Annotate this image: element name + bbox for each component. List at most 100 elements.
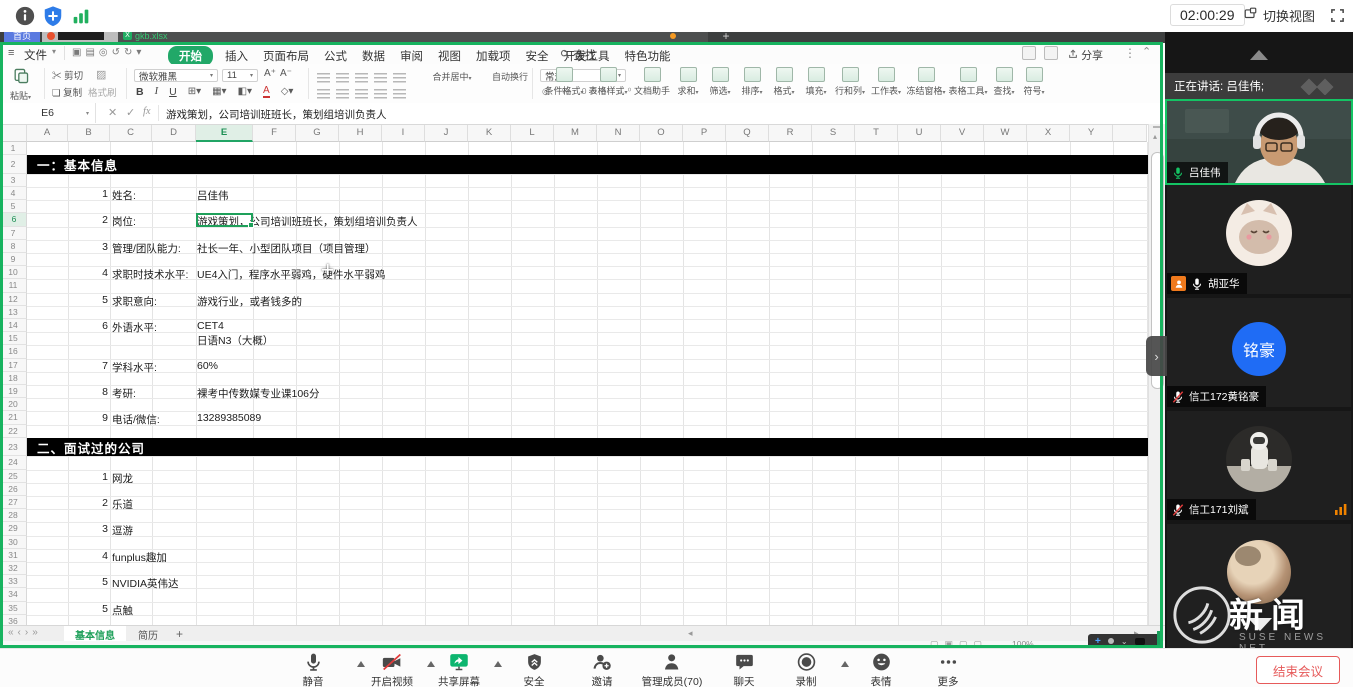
- font-name-select[interactable]: 微软雅黑▾: [134, 69, 218, 82]
- hamburger-icon[interactable]: ≡: [8, 47, 14, 59]
- row-header-9[interactable]: 9: [0, 253, 27, 266]
- col-header-S[interactable]: S: [812, 124, 855, 142]
- fill-color-button[interactable]: ▦▾: [212, 86, 226, 97]
- annotate-misc-icon[interactable]: ⌄: [1121, 637, 1128, 646]
- sheet-row-27[interactable]: 2乐道: [0, 497, 1148, 510]
- paste-button[interactable]: 粘贴▾: [10, 68, 31, 102]
- shrink-font-button[interactable]: A⁻: [280, 68, 292, 79]
- merge-center-button[interactable]: 合并居中▾: [428, 68, 476, 83]
- sheet-row-31[interactable]: 4funplus趣加: [0, 550, 1148, 563]
- ribbon-表格样式[interactable]: 表格样式▾: [584, 67, 632, 97]
- annotate-crosshair-icon[interactable]: +: [1095, 636, 1101, 647]
- sheet-row-25[interactable]: 1网龙: [0, 471, 1148, 484]
- row-header-26[interactable]: 26: [0, 483, 27, 496]
- col-header-C[interactable]: C: [110, 124, 152, 142]
- col-header-F[interactable]: F: [253, 124, 296, 142]
- sheet-row-4[interactable]: 1姓名:吕佳伟: [0, 188, 1148, 201]
- row-header-34[interactable]: 34: [0, 588, 27, 601]
- toolbar-invite-button[interactable]: 邀请: [591, 652, 613, 687]
- menu-file[interactable]: 文件: [24, 47, 47, 63]
- name-box-caret-icon[interactable]: ▾: [86, 110, 89, 117]
- end-meeting-button[interactable]: 结束会议: [1256, 656, 1340, 684]
- dropdown-caret-icon[interactable]: [427, 661, 435, 667]
- dropdown-caret-icon[interactable]: [494, 661, 502, 667]
- fullscreen-icon[interactable]: [1330, 8, 1345, 23]
- col-header-G[interactable]: G: [296, 124, 339, 142]
- col-header-A[interactable]: A: [27, 124, 68, 142]
- toolbar-screen-share-button[interactable]: 共享屏幕: [438, 652, 480, 687]
- menu-4[interactable]: 数据: [362, 48, 385, 64]
- selected-cell-E6[interactable]: [196, 213, 253, 227]
- copy-button[interactable]: ❏ 复制: [52, 85, 82, 99]
- ribbon-条件格式[interactable]: 条件格式▾: [540, 67, 588, 97]
- col-header-K[interactable]: K: [468, 124, 511, 142]
- toolbar-chat-button[interactable]: 聊天: [734, 652, 755, 687]
- sheet-row-33[interactable]: 5NVIDIA英伟达: [0, 576, 1148, 589]
- italic-button[interactable]: I: [155, 86, 159, 97]
- col-header-V[interactable]: V: [941, 124, 984, 142]
- col-header-M[interactable]: M: [554, 124, 597, 142]
- row-header-23[interactable]: 23: [0, 438, 27, 457]
- col-header-O[interactable]: O: [640, 124, 683, 142]
- col-header-U[interactable]: U: [898, 124, 941, 142]
- fx-icon[interactable]: fx: [143, 106, 151, 117]
- menu-5[interactable]: 审阅: [400, 48, 423, 64]
- sheet-row-8[interactable]: 3管理/团队能力:社长一年、小型团队项目（项目管理）: [0, 241, 1148, 254]
- select-all-corner[interactable]: [0, 124, 27, 142]
- share-button[interactable]: 分享: [1068, 47, 1103, 63]
- row-header-1[interactable]: 1: [0, 142, 27, 155]
- hscroll-left-icon[interactable]: ◂: [688, 628, 693, 639]
- toolbar-mic-button[interactable]: 静音: [303, 652, 324, 687]
- row-header-3[interactable]: 3: [0, 174, 27, 187]
- menu-3[interactable]: 公式: [324, 48, 347, 64]
- sheet-row-21[interactable]: 9电话/微信:13289385089: [0, 412, 1148, 425]
- col-header-R[interactable]: R: [769, 124, 812, 142]
- sheet-row-14[interactable]: 6外语水平:CET4: [0, 320, 1148, 333]
- scroll-down-icon[interactable]: [1248, 618, 1272, 631]
- row-header-5[interactable]: 5: [0, 200, 27, 213]
- quick-access-icons[interactable]: ▣▤◎↺↻▾: [72, 47, 145, 58]
- menu-1[interactable]: 插入: [225, 48, 248, 64]
- menu-6[interactable]: 视图: [438, 48, 461, 64]
- ribbon-符号[interactable]: 符号▾: [1010, 67, 1058, 97]
- overflow-menu-icon[interactable]: ⋮: [1124, 46, 1136, 60]
- col-header-B[interactable]: B: [68, 124, 110, 142]
- bold-button[interactable]: B: [136, 86, 144, 98]
- collapse-ribbon-icon[interactable]: ⌃: [1142, 45, 1151, 58]
- menu-8[interactable]: 安全: [526, 48, 549, 64]
- toolbar-record-button[interactable]: 录制: [796, 652, 817, 687]
- row-header-11[interactable]: 11: [0, 279, 27, 292]
- row-header-20[interactable]: 20: [0, 398, 27, 411]
- toolbar-emoji-button[interactable]: 表情: [871, 652, 892, 687]
- sheet-row-12[interactable]: 5求职意向:游戏行业，或者钱多的: [0, 294, 1148, 307]
- signal-bars-icon[interactable]: [70, 5, 92, 27]
- wrap-text-button[interactable]: 自动换行: [486, 68, 534, 83]
- menu-2[interactable]: 页面布局: [263, 48, 309, 64]
- theme-color-button[interactable]: ◧▾: [238, 86, 252, 97]
- info-icon[interactable]: [14, 5, 36, 27]
- sheet-row-6[interactable]: 2岗位:游戏策划，公司培训班班长，策划组培训负责人: [0, 214, 1148, 227]
- col-header-D[interactable]: D: [152, 124, 196, 142]
- row-header-28[interactable]: 28: [0, 509, 27, 522]
- col-header-L[interactable]: L: [511, 124, 554, 142]
- sheet-row-17[interactable]: 7学科水平:60%: [0, 360, 1148, 373]
- participant-tile-1[interactable]: 胡亚华: [1167, 185, 1351, 294]
- shield-plus-icon[interactable]: [42, 5, 64, 27]
- row-header-30[interactable]: 30: [0, 536, 27, 549]
- col-header-X[interactable]: X: [1027, 124, 1070, 142]
- col-header-Y[interactable]: Y: [1070, 124, 1113, 142]
- sheet-row-15[interactable]: 日语N3（大概）: [0, 333, 1148, 346]
- collapse-panel-icon[interactable]: [1250, 50, 1268, 60]
- cancel-entry-icon[interactable]: ✕: [108, 106, 117, 119]
- cut-button[interactable]: ✂ 剪切: [52, 68, 83, 82]
- col-header-E[interactable]: E: [196, 124, 253, 142]
- switch-view-button[interactable]: 切换视图: [1243, 6, 1315, 25]
- col-header-Q[interactable]: Q: [726, 124, 769, 142]
- participant-tile-2[interactable]: 铭豪信工172黄铭豪: [1167, 298, 1351, 407]
- grow-font-button[interactable]: A⁺: [264, 68, 276, 79]
- sheet-row-29[interactable]: 3逗游: [0, 523, 1148, 536]
- row-header-7[interactable]: 7: [0, 227, 27, 240]
- file-caret-icon[interactable]: ▾: [52, 47, 56, 56]
- sheet-nav-buttons[interactable]: «‹›»: [8, 627, 42, 638]
- col-header-J[interactable]: J: [425, 124, 468, 142]
